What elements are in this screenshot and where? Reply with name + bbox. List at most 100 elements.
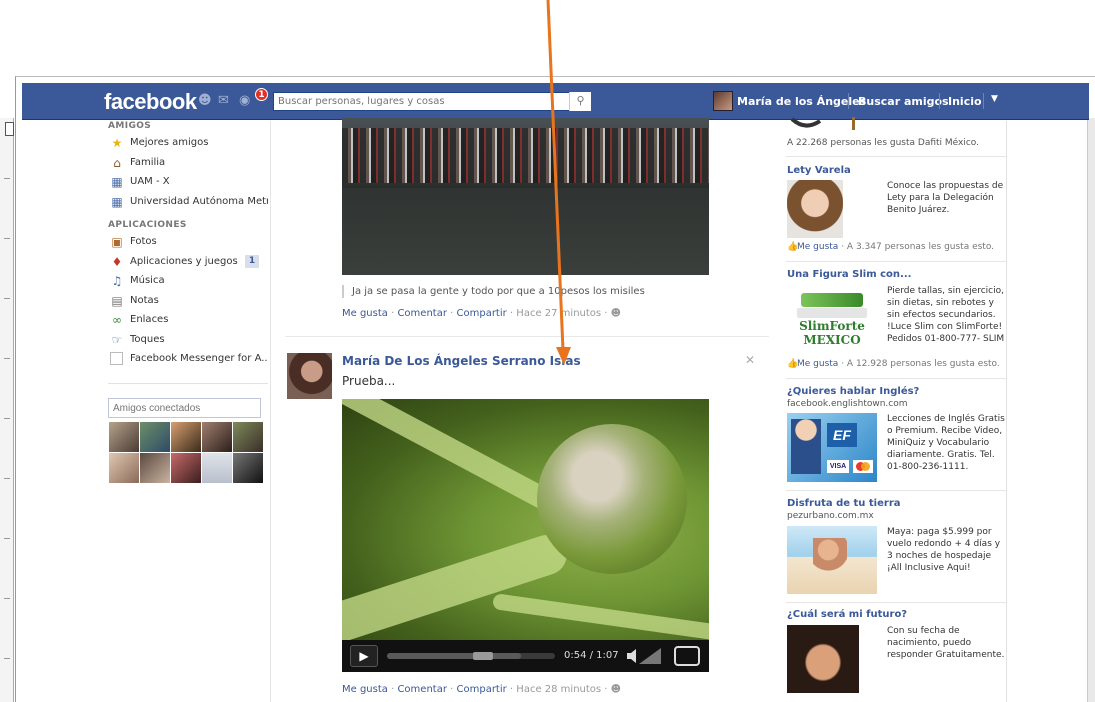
visa-card-icon: VISA: [827, 460, 849, 473]
ef-logo: EF: [827, 423, 857, 447]
post-text: Prueba...: [342, 374, 396, 388]
video-player[interactable]: [342, 399, 709, 672]
post-timestamp[interactable]: Hace 28 minutos: [516, 684, 601, 695]
ad-text: Maya: paga $5.999 por vuelo redondo + 4 …: [887, 527, 1001, 573]
dafiti-ad-image[interactable]: [790, 117, 860, 130]
user-avatar[interactable]: [713, 91, 733, 111]
find-friends-link[interactable]: Buscar amigos: [858, 95, 949, 108]
sidebar-item-best-friends[interactable]: ★ Mejores amigos: [108, 135, 268, 155]
share-link[interactable]: Compartir: [457, 308, 507, 319]
search-icon[interactable]: ⚲: [569, 92, 591, 111]
mastercard-icon: [853, 460, 873, 473]
video-progress-bar[interactable]: [387, 652, 555, 660]
sidebar-item-photos[interactable]: ▣ Fotos: [108, 234, 268, 254]
audience-icon[interactable]: ☻: [611, 684, 621, 695]
play-icon[interactable]: ▶: [350, 645, 378, 667]
ad-image[interactable]: [787, 625, 859, 693]
post-timestamp[interactable]: Hace 27 minutos: [516, 308, 601, 319]
ad-image[interactable]: [787, 526, 877, 594]
sidebar-item-label: Universidad Autónoma Metr...: [130, 195, 268, 207]
volume-icon[interactable]: [627, 646, 663, 666]
photo-caption: Ja ja se pasa la gente y todo por que a …: [342, 285, 645, 298]
links-icon: ∞: [112, 313, 122, 327]
sidebar-item-family[interactable]: ⌂ Familia: [108, 155, 268, 175]
share-link[interactable]: Compartir: [457, 684, 507, 695]
home-link[interactable]: Inicio: [948, 95, 982, 108]
sidebar-item-label: Aplicaciones y juegos: [130, 255, 238, 267]
sidebar-item-pokes[interactable]: ☞ Toques: [108, 332, 268, 352]
ad-title-link[interactable]: ¿Cuál será mi futuro?: [787, 609, 907, 620]
friend-requests-icon[interactable]: ☻: [198, 94, 214, 108]
sidebar-item-label: UAM - X: [130, 176, 170, 187]
building-icon: ▦: [111, 194, 123, 209]
post-actions: Me gusta · Comentar · Compartir · Hace 2…: [342, 308, 622, 319]
friend-avatar[interactable]: [202, 453, 232, 483]
search-input[interactable]: [273, 92, 591, 111]
star-icon: ★: [111, 136, 123, 150]
sidebar-item-links[interactable]: ∞ Enlaces: [108, 312, 268, 332]
friend-avatar[interactable]: [233, 422, 263, 452]
sidebar-item-uam-x[interactable]: ▦ UAM - X: [108, 174, 268, 194]
sidebar-item-label: Música: [130, 275, 165, 286]
comment-link[interactable]: Comentar: [397, 308, 447, 319]
thumbs-up-icon: 👍: [787, 242, 799, 252]
comment-link[interactable]: Comentar: [397, 684, 447, 695]
ad-divider: [786, 602, 1006, 603]
sidebar-item-apps-games[interactable]: ♦ Aplicaciones y juegos 1: [108, 254, 268, 274]
thumbs-up-icon: 👍: [787, 359, 799, 369]
sidebar-item-messenger[interactable]: Facebook Messenger for A...: [108, 351, 268, 371]
author-avatar[interactable]: [287, 353, 332, 399]
account-dropdown-icon[interactable]: ▼: [991, 94, 998, 104]
friend-avatar[interactable]: [202, 422, 232, 452]
post-photo[interactable]: [342, 118, 709, 275]
profile-link[interactable]: María de los Ángeles: [737, 95, 866, 108]
post-actions: Me gusta · Comentar · Compartir · Hace 2…: [342, 684, 622, 695]
friend-avatar[interactable]: [171, 422, 201, 452]
notification-badge: 1: [255, 88, 268, 101]
audience-icon[interactable]: ☻: [611, 308, 621, 319]
facebook-logo[interactable]: facebook: [104, 89, 197, 115]
ad-text: Pierde tallas, sin ejercicio, sin dietas…: [887, 286, 1005, 344]
like-link[interactable]: Me gusta: [342, 308, 388, 319]
dafiti-fans-text: A 22.268 personas les gusta Dafiti Méxic…: [787, 138, 980, 148]
sidebar-item-label: Toques: [130, 333, 165, 345]
post-author-link[interactable]: María De Los Ángeles Serrano Islas: [342, 354, 581, 368]
sidebar-item-music[interactable]: ♫ Música: [108, 273, 268, 293]
ad-like-link[interactable]: Me gusta: [797, 359, 838, 369]
ad-text: Lecciones de Inglés Gratis o Premium. Re…: [887, 414, 1005, 472]
ad-image[interactable]: SlimForte MEXICO: [787, 286, 877, 346]
ad-like-count: A 3.347 personas les gusta esto.: [846, 242, 995, 252]
video-time: 0:54 / 1:07: [564, 650, 619, 661]
sidebar-item-label: Familia: [130, 156, 166, 168]
chat-search-input[interactable]: [108, 398, 261, 418]
friend-avatar[interactable]: [171, 453, 201, 483]
ad-divider: [786, 261, 1006, 262]
ad-title-link[interactable]: Una Figura Slim con...: [787, 269, 911, 280]
page-scrollbar[interactable]: [1087, 118, 1095, 702]
ad-title-link[interactable]: ¿Quieres hablar Inglés?: [787, 386, 919, 397]
ad-title-link[interactable]: Lety Varela: [787, 165, 851, 176]
sidebar-item-label: Facebook Messenger for A...: [130, 353, 268, 364]
ad-title-link[interactable]: Disfruta de tu tierra: [787, 498, 901, 509]
apps-section-title: APLICACIONES: [108, 220, 187, 230]
close-icon[interactable]: ✕: [745, 353, 755, 367]
nav-divider: [848, 93, 849, 109]
video-scrubber-handle[interactable]: [473, 652, 494, 660]
like-link[interactable]: Me gusta: [342, 684, 388, 695]
friend-avatar[interactable]: [109, 453, 139, 483]
house-icon: ⌂: [113, 155, 121, 170]
sidebar-item-university[interactable]: ▦ Universidad Autónoma Metr...: [108, 194, 268, 214]
sidebar-item-notes[interactable]: ▤ Notas: [108, 293, 268, 313]
ad-image[interactable]: EF VISA: [787, 413, 877, 482]
ad-like-link[interactable]: Me gusta: [797, 242, 838, 252]
friend-avatar[interactable]: [140, 422, 170, 452]
friend-avatar[interactable]: [109, 422, 139, 452]
building-icon: ▦: [111, 175, 123, 189]
notifications-globe-icon[interactable]: ◉: [239, 94, 255, 108]
video-controls: ▶ 0:54 / 1:07: [342, 640, 709, 672]
ad-image[interactable]: [787, 180, 843, 238]
friend-avatar[interactable]: [140, 453, 170, 483]
friend-avatar[interactable]: [233, 453, 263, 483]
fullscreen-icon[interactable]: [674, 646, 700, 666]
messages-icon[interactable]: ✉: [218, 94, 234, 108]
